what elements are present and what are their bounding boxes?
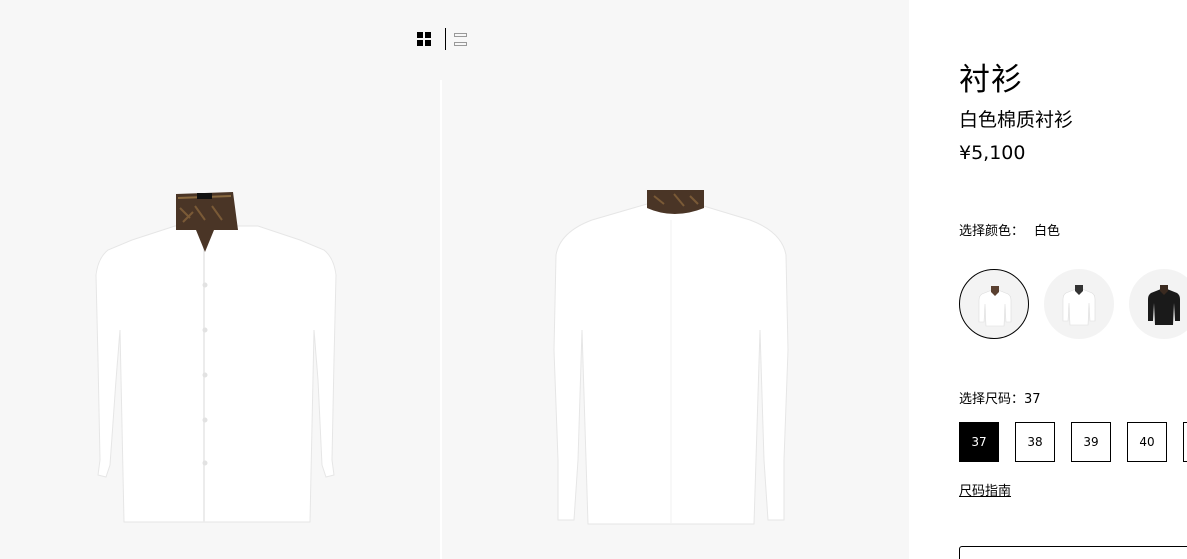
size-selector-label: 选择尺码：37 [959, 392, 1041, 407]
product-info-panel: 衬衫 白色棉质衬衫 ¥5,100 选择颜色： 白色 选择尺码：37 37 38 … [909, 0, 1187, 559]
grid-view-icon[interactable] [417, 31, 432, 47]
color-swatch-white[interactable] [959, 269, 1029, 339]
list-view-icon[interactable] [454, 32, 467, 46]
size-options: 37 38 39 40 [959, 422, 1187, 462]
color-selector-label: 选择颜色： 白色 [959, 220, 1060, 239]
size-option-38[interactable]: 38 [1015, 422, 1055, 462]
size-option-39[interactable]: 39 [1071, 422, 1111, 462]
color-swatch-black[interactable] [1129, 269, 1187, 339]
toggle-divider [445, 28, 446, 50]
shirt-front-image[interactable] [0, 80, 440, 559]
size-guide-link[interactable]: 尺码指南 [959, 480, 1011, 499]
product-title: 衬衫 [959, 62, 1023, 98]
add-to-cart-button[interactable] [959, 546, 1187, 559]
color-label: 选择颜色： [959, 224, 1025, 239]
size-option-40[interactable]: 40 [1127, 422, 1167, 462]
selected-color-value: 白色 [1034, 224, 1061, 239]
size-option-next[interactable] [1183, 422, 1187, 462]
size-option-37[interactable]: 37 [959, 422, 999, 462]
shirt-back-image[interactable] [442, 80, 909, 546]
product-gallery [0, 0, 909, 559]
product-price: ¥5,100 [959, 142, 1026, 164]
view-toggle [417, 28, 467, 50]
product-subtitle: 白色棉质衬衫 [959, 109, 1074, 131]
color-swatch-white-alt[interactable] [1044, 269, 1114, 339]
color-swatches [959, 269, 1187, 339]
